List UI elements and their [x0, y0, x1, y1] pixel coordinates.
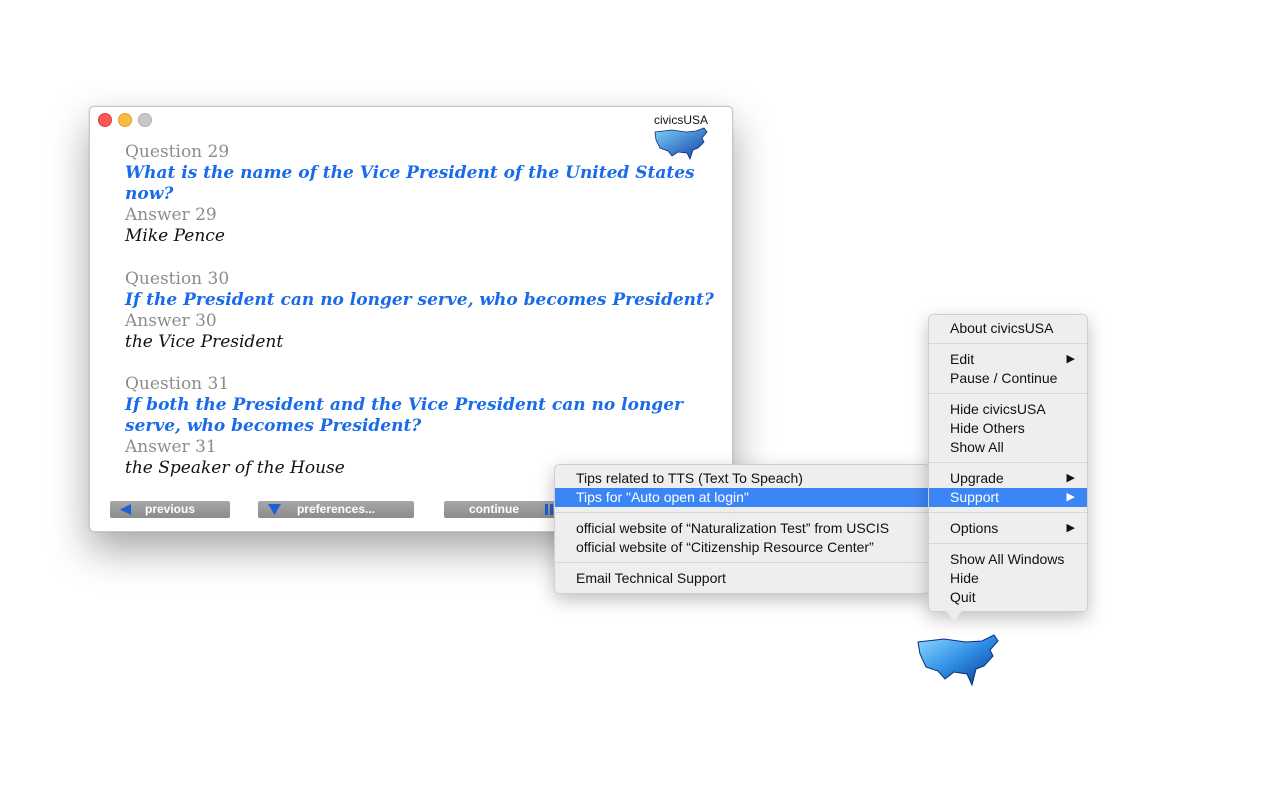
menu-item-edit[interactable]: Edit ▶	[929, 350, 1087, 369]
menu-item-upgrade-label: Upgrade	[950, 470, 1004, 486]
preferences-label: preferences...	[296, 502, 376, 516]
previous-button[interactable]: previous	[110, 501, 230, 518]
answer-number: Answer 30	[125, 311, 217, 331]
answer-number: Answer 31	[125, 437, 217, 457]
qa-block-29: Question 29 What is the name of the Vice…	[125, 142, 715, 247]
continue-label: continue	[469, 502, 519, 516]
question-text: If the President can no longer serve, wh…	[125, 290, 714, 310]
minimize-window-button[interactable]	[118, 113, 132, 127]
submenu-arrow-icon: ▶	[1066, 522, 1075, 534]
qa-block-30: Question 30 If the President can no long…	[125, 269, 715, 353]
usa-map-dock-icon[interactable]	[914, 632, 1002, 690]
question-number: Question 29	[125, 142, 230, 162]
menu-separator	[929, 343, 1087, 344]
preferences-button[interactable]: preferences...	[258, 501, 414, 518]
preferences-arrow-icon	[268, 504, 281, 515]
question-text: What is the name of the Vice President o…	[125, 163, 695, 204]
menu-item-show-all-windows[interactable]: Show All Windows	[929, 550, 1087, 569]
menu-item-upgrade[interactable]: Upgrade ▶	[929, 469, 1087, 488]
menu-item-about[interactable]: About civicsUSA	[929, 319, 1087, 338]
menu-item-naturalization-website[interactable]: official website of “Naturalization Test…	[555, 519, 929, 538]
answer-number: Answer 29	[125, 205, 217, 225]
menu-item-tips-tts[interactable]: Tips related to TTS (Text To Speach)	[555, 469, 929, 488]
menu-separator	[555, 562, 929, 563]
submenu-arrow-icon: ▶	[1066, 472, 1075, 484]
menu-item-show-all[interactable]: Show All	[929, 438, 1087, 457]
zoom-window-button[interactable]	[138, 113, 152, 127]
pause-icon	[545, 504, 553, 515]
menu-item-quit[interactable]: Quit	[929, 588, 1087, 607]
question-text: If both the President and the Vice Presi…	[125, 395, 683, 436]
menu-separator	[929, 512, 1087, 513]
dock-menu: About civicsUSA Edit ▶ Pause / Continue …	[928, 314, 1088, 612]
question-number: Question 30	[125, 269, 230, 289]
menu-item-support[interactable]: Support ▶	[929, 488, 1087, 507]
menu-separator	[555, 512, 929, 513]
dock-menu-pointer	[945, 610, 963, 621]
menu-item-options[interactable]: Options ▶	[929, 519, 1087, 538]
previous-arrow-icon	[120, 504, 131, 515]
menu-separator	[929, 393, 1087, 394]
menu-item-email-support[interactable]: Email Technical Support	[555, 569, 929, 588]
app-brand-title: civicsUSA	[654, 113, 709, 127]
menu-item-tips-autoopen[interactable]: Tips for "Auto open at login"	[555, 488, 929, 507]
menu-item-options-label: Options	[950, 520, 999, 536]
menu-item-citizenship-website[interactable]: official website of “Citizenship Resourc…	[555, 538, 929, 557]
support-submenu: Tips related to TTS (Text To Speach) Tip…	[554, 464, 930, 594]
continue-button[interactable]: continue	[444, 501, 556, 518]
answer-text: the Vice President	[125, 332, 284, 352]
answer-text: Mike Pence	[125, 226, 225, 246]
menu-separator	[929, 543, 1087, 544]
menu-separator	[929, 462, 1087, 463]
menu-item-hide-app[interactable]: Hide civicsUSA	[929, 400, 1087, 419]
menu-item-edit-label: Edit	[950, 351, 975, 367]
menu-item-hide[interactable]: Hide	[929, 569, 1087, 588]
submenu-arrow-icon: ▶	[1066, 491, 1075, 503]
menu-item-support-label: Support	[950, 489, 1000, 505]
close-window-button[interactable]	[98, 113, 112, 127]
question-number: Question 31	[125, 374, 230, 394]
menu-item-hide-others[interactable]: Hide Others	[929, 419, 1087, 438]
submenu-arrow-icon: ▶	[1066, 353, 1075, 365]
menu-item-pause-continue[interactable]: Pause / Continue	[929, 369, 1087, 388]
